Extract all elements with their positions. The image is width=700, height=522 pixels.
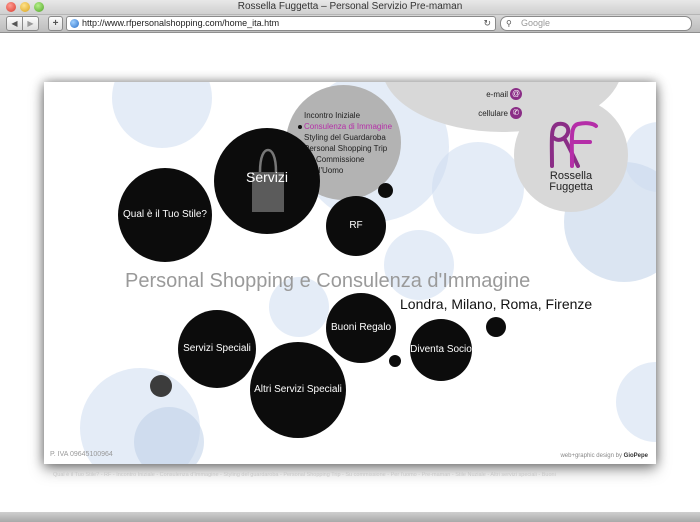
forward-arrow-icon: ▶ <box>27 19 34 28</box>
window-bottom-bar <box>0 512 700 522</box>
phone-icon[interactable]: ✆ <box>510 107 522 119</box>
bubble-buoni[interactable]: Buoni Regalo <box>326 293 396 363</box>
add-bookmark-button[interactable]: + <box>48 16 63 31</box>
cities-text: Londra, Milano, Roma, Firenze <box>400 296 593 312</box>
forward-button[interactable]: ▶ <box>22 16 39 31</box>
rf-logo-icon <box>549 121 598 168</box>
bubble-rf-label: RF <box>349 220 363 231</box>
window-title: Rossella Fuggetta – Personal Servizio Pr… <box>237 1 463 12</box>
decor-dot <box>150 375 172 397</box>
vat-number: P. IVA 09645100964 <box>50 451 113 458</box>
bubble-servizi-label: Servizi <box>245 169 288 185</box>
search-field[interactable]: ⚲ Google <box>500 16 692 31</box>
menu-item-styling[interactable]: Styling del Guardaroba <box>304 132 392 143</box>
bubble-rf[interactable]: RF <box>326 196 386 256</box>
bubble-altri[interactable]: Altri Servizi Speciali <box>250 342 346 438</box>
menu-item-consulenza[interactable]: Consulenza di Immagine <box>298 121 392 132</box>
plus-icon: + <box>52 18 59 29</box>
bubble-altri-label: Altri Servizi Speciali <box>254 384 342 395</box>
email-label[interactable]: e-mail <box>464 90 508 99</box>
decor-circle <box>432 142 524 234</box>
menu-item-incontro[interactable]: Incontro Iniziale <box>304 110 392 121</box>
site-card: Rossella Fuggetta e-mail @ cellulare ✆ I… <box>44 82 656 464</box>
phone-label[interactable]: cellulare <box>464 109 508 118</box>
bubble-socio[interactable]: Diventa Socio <box>410 319 472 381</box>
bubble-socio-label: Diventa Socio <box>410 344 472 355</box>
back-button[interactable]: ◀ <box>6 16 23 31</box>
menu-item-shopping-trip[interactable]: Personal Shopping Trip <box>304 143 392 154</box>
search-icon: ⚲ <box>506 19 512 28</box>
tagline: Personal Shopping e Consulenza d'Immagin… <box>125 270 531 292</box>
decor-dot <box>378 183 393 198</box>
logo-line2: Fuggetta <box>549 181 593 193</box>
bubble-stile-label: Qual è il Tuo Stile? <box>123 209 207 220</box>
bubble-servizi[interactable]: Servizi <box>214 128 320 234</box>
active-bullet-icon <box>298 124 302 129</box>
search-placeholder[interactable]: Google <box>521 17 550 30</box>
bubble-speciali-label: Servizi Speciali <box>183 343 251 354</box>
browser-toolbar: ◀ ▶ + http://www.rfpersonalshopping.com/… <box>0 15 700 33</box>
bubble-stile[interactable]: Qual è il Tuo Stile? <box>118 168 212 262</box>
window-titlebar: Rossella Fuggetta – Personal Servizio Pr… <box>0 0 700 15</box>
design-credit[interactable]: web+graphic design by GioPepe <box>560 453 648 459</box>
decor-dot <box>486 317 506 337</box>
url-text[interactable]: http://www.rfpersonalshopping.com/home_i… <box>82 17 279 30</box>
email-icon[interactable]: @ <box>510 88 522 100</box>
globe-icon <box>70 19 79 28</box>
footer-links[interactable]: Qual è il Tuo Stile? - RF - Incontro Ini… <box>53 472 653 478</box>
back-arrow-icon: ◀ <box>11 19 18 28</box>
address-bar[interactable]: http://www.rfpersonalshopping.com/home_i… <box>66 16 496 31</box>
bubble-buoni-label: Buoni Regalo <box>330 322 392 333</box>
logo-text: Rossella Fuggetta <box>531 171 611 193</box>
reload-icon[interactable]: ↻ <box>483 17 491 30</box>
decor-circle <box>112 82 212 148</box>
decor-dot <box>389 355 401 367</box>
decor-circle <box>616 362 656 442</box>
credit-name: GioPepe <box>623 453 648 459</box>
bubble-speciali[interactable]: Servizi Speciali <box>178 310 256 388</box>
